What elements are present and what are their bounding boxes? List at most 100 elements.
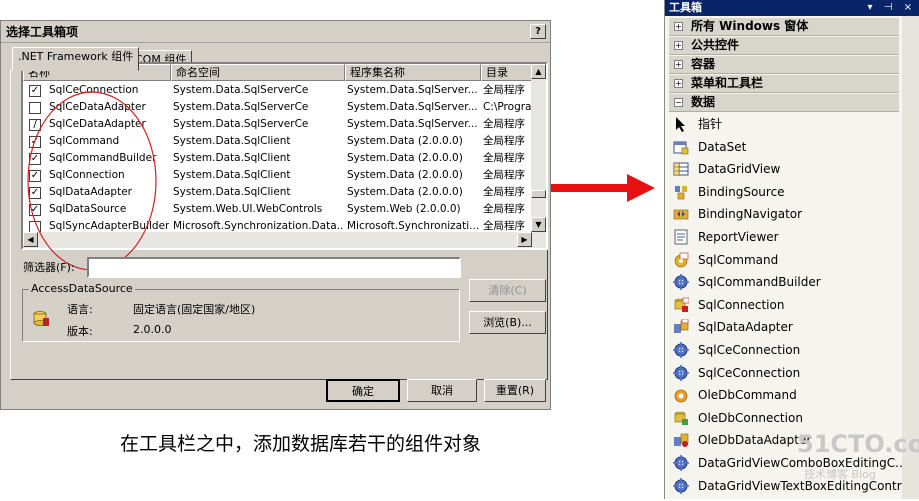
oledb-adapter-icon [673,432,689,448]
toolbox-item[interactable]: OleDbCommand [673,384,903,406]
bindingnavigator-icon [673,206,689,222]
gear-icon [673,274,689,291]
toolbox-window-controls[interactable]: ▾ ⊣ × [868,0,916,15]
toolbox-category[interactable]: + 容器 [669,56,899,74]
oledb-connection-icon [673,410,689,426]
component-info-group: AccessDataSource 语言: 固定语言(固定国家/地区) 版本: 2… [22,282,460,342]
row-cell-dir: 全局程序 [483,152,525,164]
row-cell-ns: System.Data.SqlClient [173,186,291,198]
help-button[interactable]: ? [530,24,546,39]
red-circle-annotation [27,91,157,271]
toolbox-item[interactable]: SqlCommandBuilder [673,271,903,293]
category-label: 所有 Windows 窗体 [691,19,809,33]
column-header-directory[interactable]: 目录 [481,64,533,81]
filter-label: 筛选器(F): [23,261,75,274]
row-cell-asm: System.Data (2.0.0.0) [347,169,463,181]
category-label: 公共控件 [691,38,740,52]
expand-collapse-icon[interactable]: + [674,79,683,88]
toolbox-item[interactable]: DataGridView [673,158,903,180]
toolbox-item-label: SqlConnection [698,297,785,312]
toolbox-item-label: DataSet [698,139,747,154]
row-cell-ns: System.Data.SqlClient [173,135,291,147]
row-cell-dir: 全局程序 [483,118,525,130]
row-cell-asm: System.Data.SqlServer... [347,101,478,113]
toolbox-item[interactable]: ReportViewer [673,226,903,248]
toolbox-item-label: BindingSource [698,184,785,199]
scroll-down-button[interactable]: ▼ [531,217,546,232]
toolbox-item-label: ReportViewer [698,230,779,244]
column-header-assembly[interactable]: 程序集名称 [345,64,481,81]
dataset-icon [673,139,689,155]
expand-collapse-icon[interactable]: − [674,98,683,107]
dialog-title: 选择工具箱项 [1,21,550,43]
browse-button[interactable]: 浏览(B)... [469,311,546,334]
scroll-up-button[interactable]: ▲ [531,64,546,79]
toolbox-item[interactable]: SqlCommand [673,249,903,271]
gear-icon [673,364,689,381]
row-cell-ns: System.Data.SqlServerCe [173,84,309,96]
toolbox-item[interactable]: DataSet [673,136,903,158]
row-cell-asm: System.Data (2.0.0.0) [347,152,463,164]
scroll-right-button[interactable]: ▶ [517,232,532,247]
sql-command-icon [673,252,689,268]
scroll-thumb[interactable] [531,190,546,198]
sql-connection-icon [673,297,690,313]
category-label: 菜单和工具栏 [691,76,764,90]
filter-input[interactable] [87,257,461,278]
toolbox-item[interactable]: BindingSource [673,181,903,203]
toolbox-item[interactable]: OleDbConnection [673,407,903,429]
toolbox-category[interactable]: + 菜单和工具栏 [669,75,899,93]
toolbox-item-label: SqlDataAdapter [698,320,793,335]
row-cell-asm: System.Data.SqlServer... [347,84,478,96]
toolbox-item-label: SqlCommandBuilder [698,275,821,290]
row-cell-asm: System.Web (2.0.0.0) [347,203,461,215]
reset-button[interactable]: 重置(R) [484,379,546,402]
version-value: 2.0.0.0 [133,323,172,336]
toolbox-item[interactable]: 指针 [673,113,903,135]
toolbox-item[interactable]: SqlCeConnection [673,362,903,384]
group-title: AccessDataSource [29,282,135,295]
red-arrow [551,174,655,202]
ok-button[interactable]: 确定 [326,379,400,402]
row-cell-ns: System.Web.UI.WebControls [173,203,323,215]
row-cell-asm: System.Data (2.0.0.0) [347,135,463,147]
toolbox-item-label: SqlCeConnection [698,365,801,380]
toolbox-panel: 工具箱 ▾ ⊣ × + 所有 Windows 窗体 + 公共控件 + 容器 + 菜单和工具栏 −… [664,0,919,499]
category-label: 容器 [691,57,716,71]
caption-text: 在工具栏之中，添加数据库若干的组件对象 [120,433,482,455]
column-header-namespace[interactable]: 命名空间 [171,64,345,81]
language-label: 语言: [67,303,93,316]
expand-collapse-icon[interactable]: + [674,22,683,31]
expand-collapse-icon[interactable]: + [674,60,683,69]
tab-dotnet-framework[interactable]: .NET Framework 组件 [12,47,140,71]
expand-collapse-icon[interactable]: + [674,41,683,50]
access-datasource-icon [33,311,49,326]
row-cell-dir: C:\Prograi [483,101,533,113]
toolbox-category[interactable]: + 所有 Windows 窗体 [669,18,899,36]
toolbox-item-label: OleDbConnection [698,410,803,425]
row-cell-dir: 全局程序 [483,84,525,96]
row-cell-dir: 全局程序 [483,203,525,215]
toolbox-item[interactable]: SqlDataAdapter [673,316,903,338]
row-cell-dir: 全局程序 [483,135,525,147]
row-cell-dir: 全局程序 [483,169,525,181]
toolbox-category[interactable]: − 数据 [669,94,899,112]
row-cell-ns: System.Data.SqlClient [173,152,291,164]
row-cell-ns: System.Data.SqlServerCe [173,101,309,113]
cancel-button[interactable]: 取消 [407,379,477,402]
toolbox-item[interactable]: SqlCeConnection [673,339,903,361]
row-cell-asm: System.Data (2.0.0.0) [347,186,463,198]
pointer-icon [673,116,689,132]
toolbox-scrollbar[interactable] [902,16,919,499]
toolbox-item-label: OleDbDataAdapter [698,433,812,448]
list-vertical-scrollbar[interactable]: ▲ ▼ [531,64,546,232]
toolbox-item[interactable]: SqlConnection [673,294,903,316]
toolbox-item-label: 指针 [698,117,723,131]
toolbox-item-label: BindingNavigator [698,207,803,222]
toolbox-item-label: SqlCeConnection [698,343,801,357]
toolbox-item[interactable]: BindingNavigator [673,203,903,225]
category-label: 数据 [691,95,716,109]
row-cell-dir: 全局程序 [483,186,525,198]
toolbox-category[interactable]: + 公共控件 [669,37,899,55]
clear-button[interactable]: 清除(C) [469,279,546,302]
